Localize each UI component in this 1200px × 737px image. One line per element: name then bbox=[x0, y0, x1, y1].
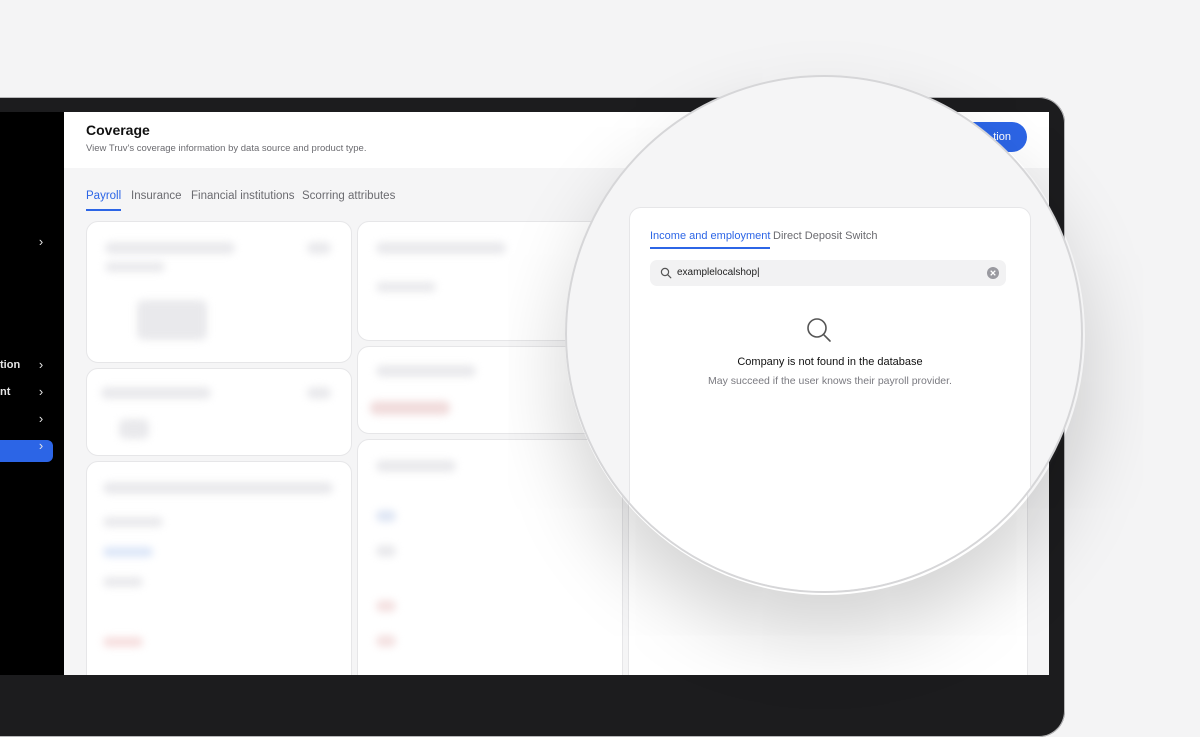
tab-direct-deposit-switch[interactable]: Direct Deposit Switch bbox=[773, 230, 878, 242]
tab-income-employment[interactable]: Income and employment bbox=[650, 230, 771, 249]
sidebar-item-2[interactable]: tion › bbox=[0, 356, 64, 374]
tab-payroll[interactable]: Payroll bbox=[86, 190, 122, 211]
tab-scoring-attributes[interactable]: Scorring attributes bbox=[302, 190, 395, 202]
sidebar-item-3[interactable]: nt › bbox=[0, 383, 64, 401]
coverage-card bbox=[86, 461, 352, 675]
company-search-input[interactable]: examplelocalshop| bbox=[650, 260, 1006, 286]
tab-insurance[interactable]: Insurance bbox=[131, 190, 182, 202]
sidebar-item-1[interactable]: › bbox=[0, 233, 64, 251]
page-title: Coverage bbox=[86, 122, 150, 138]
empty-state-subtitle: May succeed if the user knows their payr… bbox=[708, 375, 952, 387]
sidebar-item-label: tion bbox=[0, 359, 21, 371]
chevron-right-icon: › bbox=[38, 234, 44, 249]
coverage-card bbox=[86, 368, 352, 456]
chevron-right-icon: › bbox=[38, 438, 44, 453]
company-search-card: Income and employment Direct Deposit Swi… bbox=[629, 207, 1031, 591]
page-subtitle: View Truv's coverage information by data… bbox=[86, 143, 367, 154]
empty-state-title: Company is not found in the database bbox=[737, 356, 923, 368]
sidebar-item-5[interactable]: › bbox=[0, 437, 64, 455]
clear-circle-icon[interactable] bbox=[986, 266, 1000, 280]
magnifier-icon bbox=[807, 318, 831, 342]
chevron-right-icon: › bbox=[38, 357, 44, 372]
coverage-card bbox=[357, 439, 623, 675]
search-icon bbox=[660, 267, 672, 279]
search-value: examplelocalshop| bbox=[677, 267, 760, 278]
magnifier-lens: Income and employment Direct Deposit Swi… bbox=[565, 75, 1083, 593]
sidebar-item-label: nt bbox=[0, 386, 11, 398]
chevron-right-icon: › bbox=[38, 384, 44, 399]
sidebar-item-4[interactable]: › bbox=[0, 410, 64, 428]
sidebar: › tion › nt › › › bbox=[0, 112, 64, 675]
coverage-card bbox=[86, 221, 352, 363]
chevron-right-icon: › bbox=[38, 411, 44, 426]
tab-financial-institutions[interactable]: Financial institutions bbox=[191, 190, 295, 202]
